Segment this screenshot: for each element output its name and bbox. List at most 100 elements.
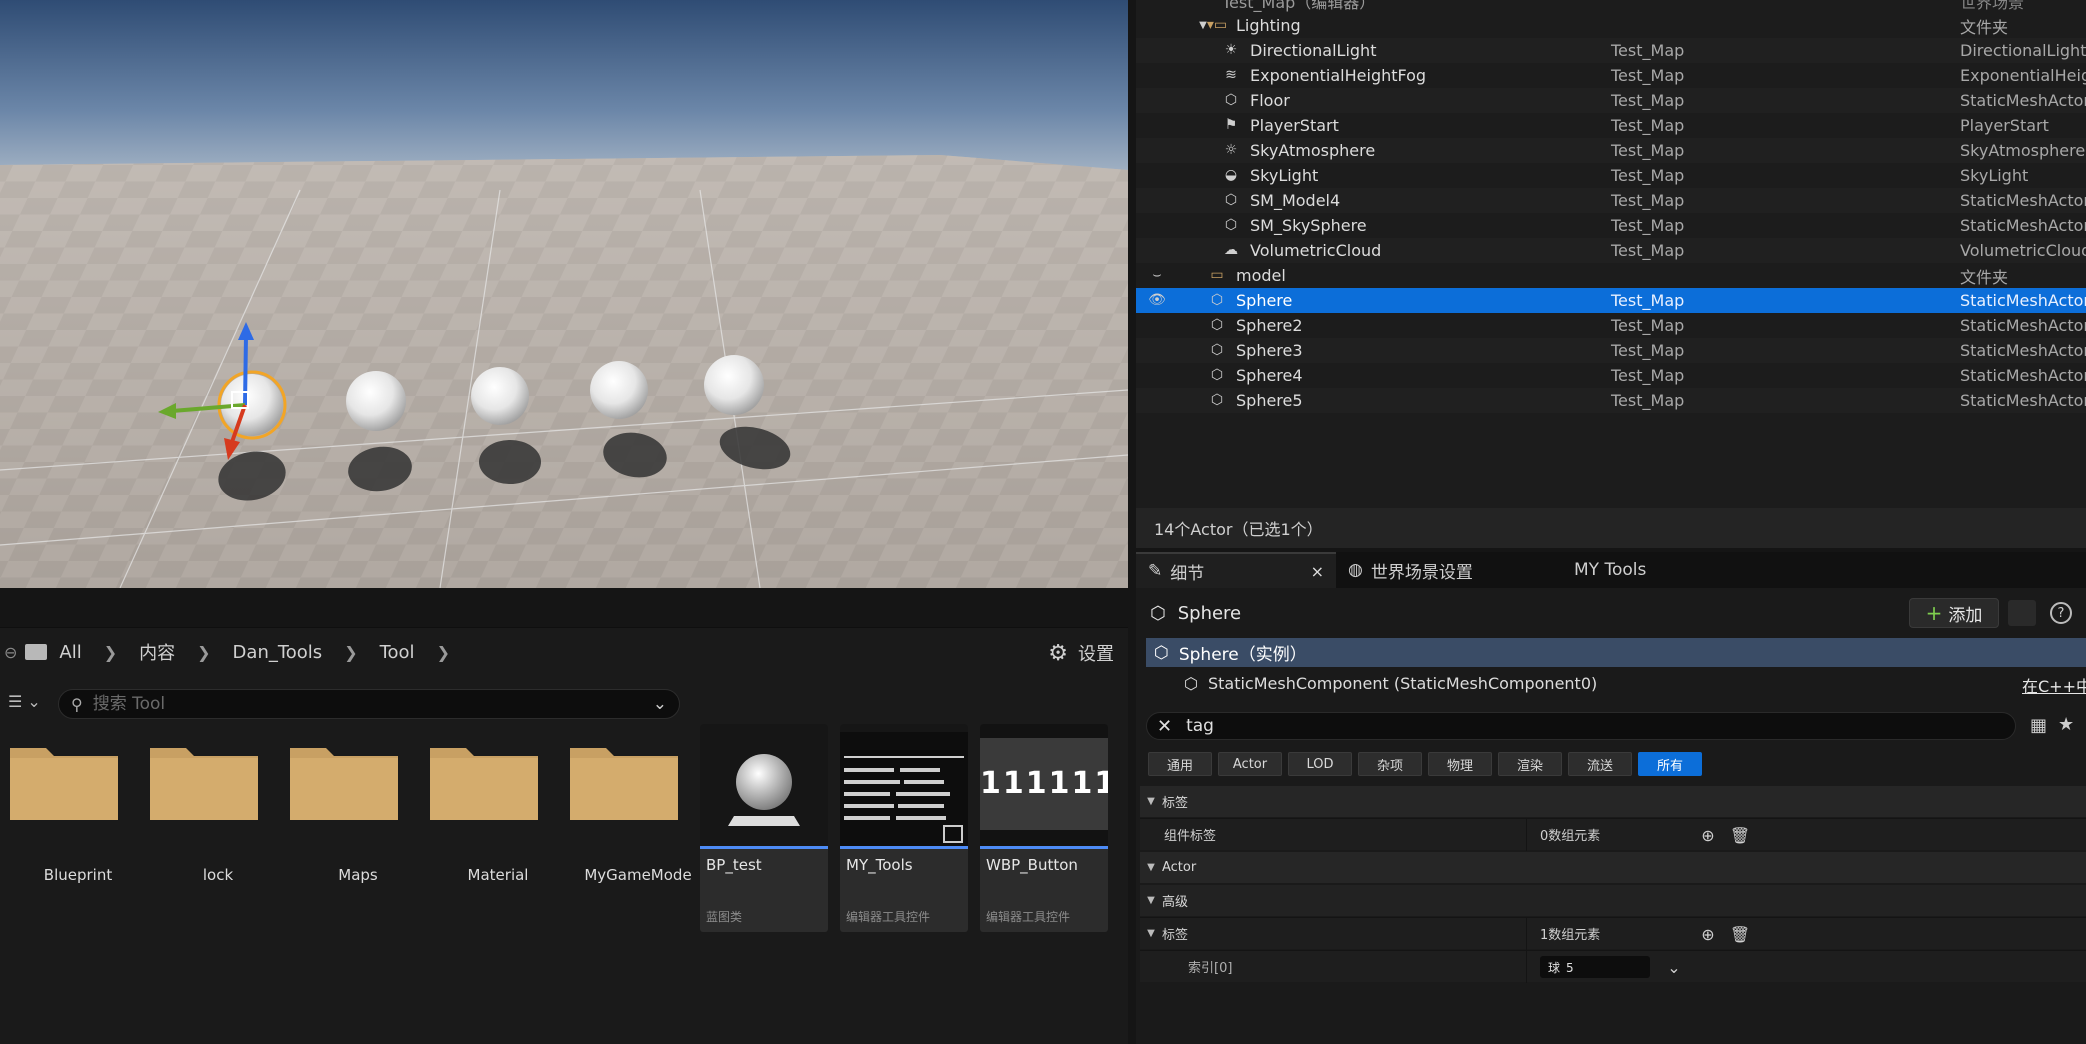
folder-blueprint[interactable]: Blueprint [8,738,138,888]
chevron-down-icon[interactable]: ⌄ [1664,957,1684,977]
settings-button[interactable]: ⚙ 设置 [1048,640,1114,666]
asset-bp-test[interactable]: BP_test 蓝图类 [700,724,828,932]
chevron-down-icon[interactable]: ⌄ [653,694,667,714]
filter-button[interactable]: LOD [1288,752,1352,776]
breadcrumb-tool[interactable]: Tool [380,642,415,663]
property-label: 组件标签 [1164,829,1217,844]
property-tags: ▼ 标签 1数组元素 ⊕ 🗑 [1140,917,2086,950]
add-element-icon[interactable]: ⊕ [1698,924,1718,944]
breadcrumb-separator-icon[interactable]: ❯ [437,643,450,662]
row-type: SkyAtmosphere [1960,141,2086,160]
add-component-button[interactable]: + 添加 [1909,598,1999,628]
asset-my-tools[interactable]: MY_Tools 编辑器工具控件 [840,724,968,932]
filter-button[interactable]: 杂项 [1358,752,1422,776]
outliner-row[interactable]: ⚑ PlayerStart Test_Map PlayerStart [1136,113,2086,138]
breadcrumb-dan-tools[interactable]: Dan_Tools [233,642,323,663]
outliner-row[interactable]: ⬡ Floor Test_Map StaticMeshActor [1136,88,2086,113]
content-search-input[interactable] [92,694,643,714]
row-name: Lighting [1236,16,1301,35]
folder-lock[interactable]: lock [148,738,278,888]
outliner-row[interactable]: ▼ ▾▭ Lighting 文件夹 [1136,13,2086,38]
eye-icon[interactable]: 👁 [1148,291,1166,309]
tab-details[interactable]: ✎ 细节 × [1136,552,1336,588]
row-type: ExponentialHeigh [1960,66,2086,85]
trash-icon[interactable]: 🗑 [1730,825,1750,845]
details-search-input[interactable] [1186,716,2005,736]
outliner-row[interactable]: ⬡ Sphere5 Test_Map StaticMeshActor [1136,388,2086,413]
filter-button[interactable]: 通用 [1148,752,1212,776]
index-value-input[interactable] [1548,960,1638,974]
asset-name: MY_Tools [846,856,913,874]
property-label: 标签 [1162,928,1189,943]
component-child-row[interactable]: ⬡ StaticMeshComponent (StaticMeshCompone… [1146,669,2086,697]
collapse-icon: ▼ [1147,862,1155,873]
index-value-box [1540,956,1650,978]
root-component-label: Sphere（实例） [1178,645,1307,665]
help-icon[interactable]: ? [2050,602,2072,624]
section-advanced[interactable]: ▼ 高级 [1140,884,2086,916]
star-icon[interactable]: ★ [2058,714,2074,735]
filter-button[interactable]: 流送 [1568,752,1632,776]
tab-my-tools[interactable]: MY Tools [1562,552,1658,588]
eye-closed-icon[interactable]: ⌣ [1148,266,1166,284]
history-icon[interactable]: ⊖ [4,643,17,662]
clear-icon[interactable]: ✕ [1157,716,1172,737]
filter-row: 通用 Actor LOD 杂项 物理 渲染 流送 所有 [1148,752,1702,776]
row-level: Test_Map [1611,291,1685,310]
folder-maps[interactable]: Maps [288,738,418,888]
outliner-row[interactable]: ☀ DirectionalLight Test_Map DirectionalLigh… [1136,38,2086,63]
row-type: StaticMeshActor [1960,91,2086,110]
outliner-row[interactable]: ≋ ExponentialHeightFog Test_Map Exponential… [1136,63,2086,88]
outliner-row[interactable]: ⬡ SM_SkySphere Test_Map StaticMeshActor [1136,213,2086,238]
outliner-row[interactable]: 👁 ⬡ Sphere Test_Map StaticMeshActor [1136,288,2086,313]
outliner-row[interactable]: ◒ SkyLight Test_Map SkyLight [1136,163,2086,188]
row-name: SkyLight [1250,166,1319,185]
property-index-0: 索引[0] ⌄ [1140,950,2086,983]
row-type: DirectionalLight [1960,41,2086,60]
edit-in-cpp-link[interactable]: 在C++中编 [2022,673,2086,697]
breadcrumb-separator-icon: ❯ [197,642,211,662]
filter-button[interactable]: 渲染 [1498,752,1562,776]
cube-icon: ⬡ [1210,292,1224,308]
add-element-icon[interactable]: ⊕ [1698,825,1718,845]
row-name: SM_Model4 [1250,191,1341,210]
fog-icon: ≋ [1225,67,1237,83]
outliner-row[interactable]: ⬡ SM_Model4 Test_Map StaticMeshActor [1136,188,2086,213]
collapse-icon[interactable]: ▼ [1140,928,1162,939]
outliner-row[interactable]: ⬡ Sphere3 Test_Map StaticMeshActor [1136,338,2086,363]
trash-icon[interactable]: 🗑 [1730,924,1750,944]
table-view-icon[interactable]: ▦ [2030,715,2047,736]
world-outliner: Test_Map（编辑器） 世界场景 ▼ ▾▭ Lighting 文件夹 ☀ Directio… [1136,0,2086,548]
filter-button[interactable]: 所有 [1638,752,1702,776]
row-level: Test_Map [1611,316,1685,335]
sky-icon: ☼ [1224,142,1238,158]
section-actor[interactable]: ▼ Actor [1140,851,2086,883]
outliner-row-map[interactable]: Test_Map（编辑器） 世界场景 [1136,0,2086,13]
widget-thumbnail: 111111 [980,724,1108,846]
filter-button[interactable]: 物理 [1428,752,1492,776]
hierarchy-icon[interactable] [2008,600,2036,626]
thumbnail-text: 111111 [980,766,1108,801]
outliner-row[interactable]: ⌣ ▭ model 文件夹 [1136,263,2086,288]
tab-world-settings[interactable]: ◍ 世界场景设置 [1336,552,1562,588]
row-name: Sphere4 [1236,366,1303,385]
folder-mygamemode[interactable]: MyGameMode [568,738,698,888]
collapse-icon: ▼ [1147,796,1155,807]
row-type: StaticMeshActor [1960,216,2086,235]
folder-material[interactable]: Material [428,738,558,888]
filter-button[interactable]: Actor [1218,752,1282,776]
globe-icon: ◍ [1348,560,1363,580]
close-icon[interactable]: × [1311,562,1324,581]
breadcrumb-all[interactable]: All [59,642,81,663]
component-root-row[interactable]: ⬡ Sphere（实例） [1146,638,2086,667]
outliner-row[interactable]: ⬡ Sphere4 Test_Map StaticMeshActor [1136,363,2086,388]
filter-icon[interactable]: ☰ ⌄ [8,692,41,711]
outliner-row[interactable]: ⬡ Sphere2 Test_Map StaticMeshActor [1136,313,2086,338]
cube-icon: ⬡ [1210,367,1224,383]
asset-wbp-button[interactable]: 111111 WBP_Button 编辑器工具控件 [980,724,1108,932]
section-tags[interactable]: ▼ 标签 [1140,785,2086,817]
outliner-row[interactable]: ☼ SkyAtmosphere Test_Map SkyAtmosphere [1136,138,2086,163]
breadcrumb-content[interactable]: 内容 [139,639,175,665]
outliner-row[interactable]: ☁ VolumetricCloud Test_Map VolumetricCloud [1136,238,2086,263]
level-viewport[interactable] [0,0,1128,588]
